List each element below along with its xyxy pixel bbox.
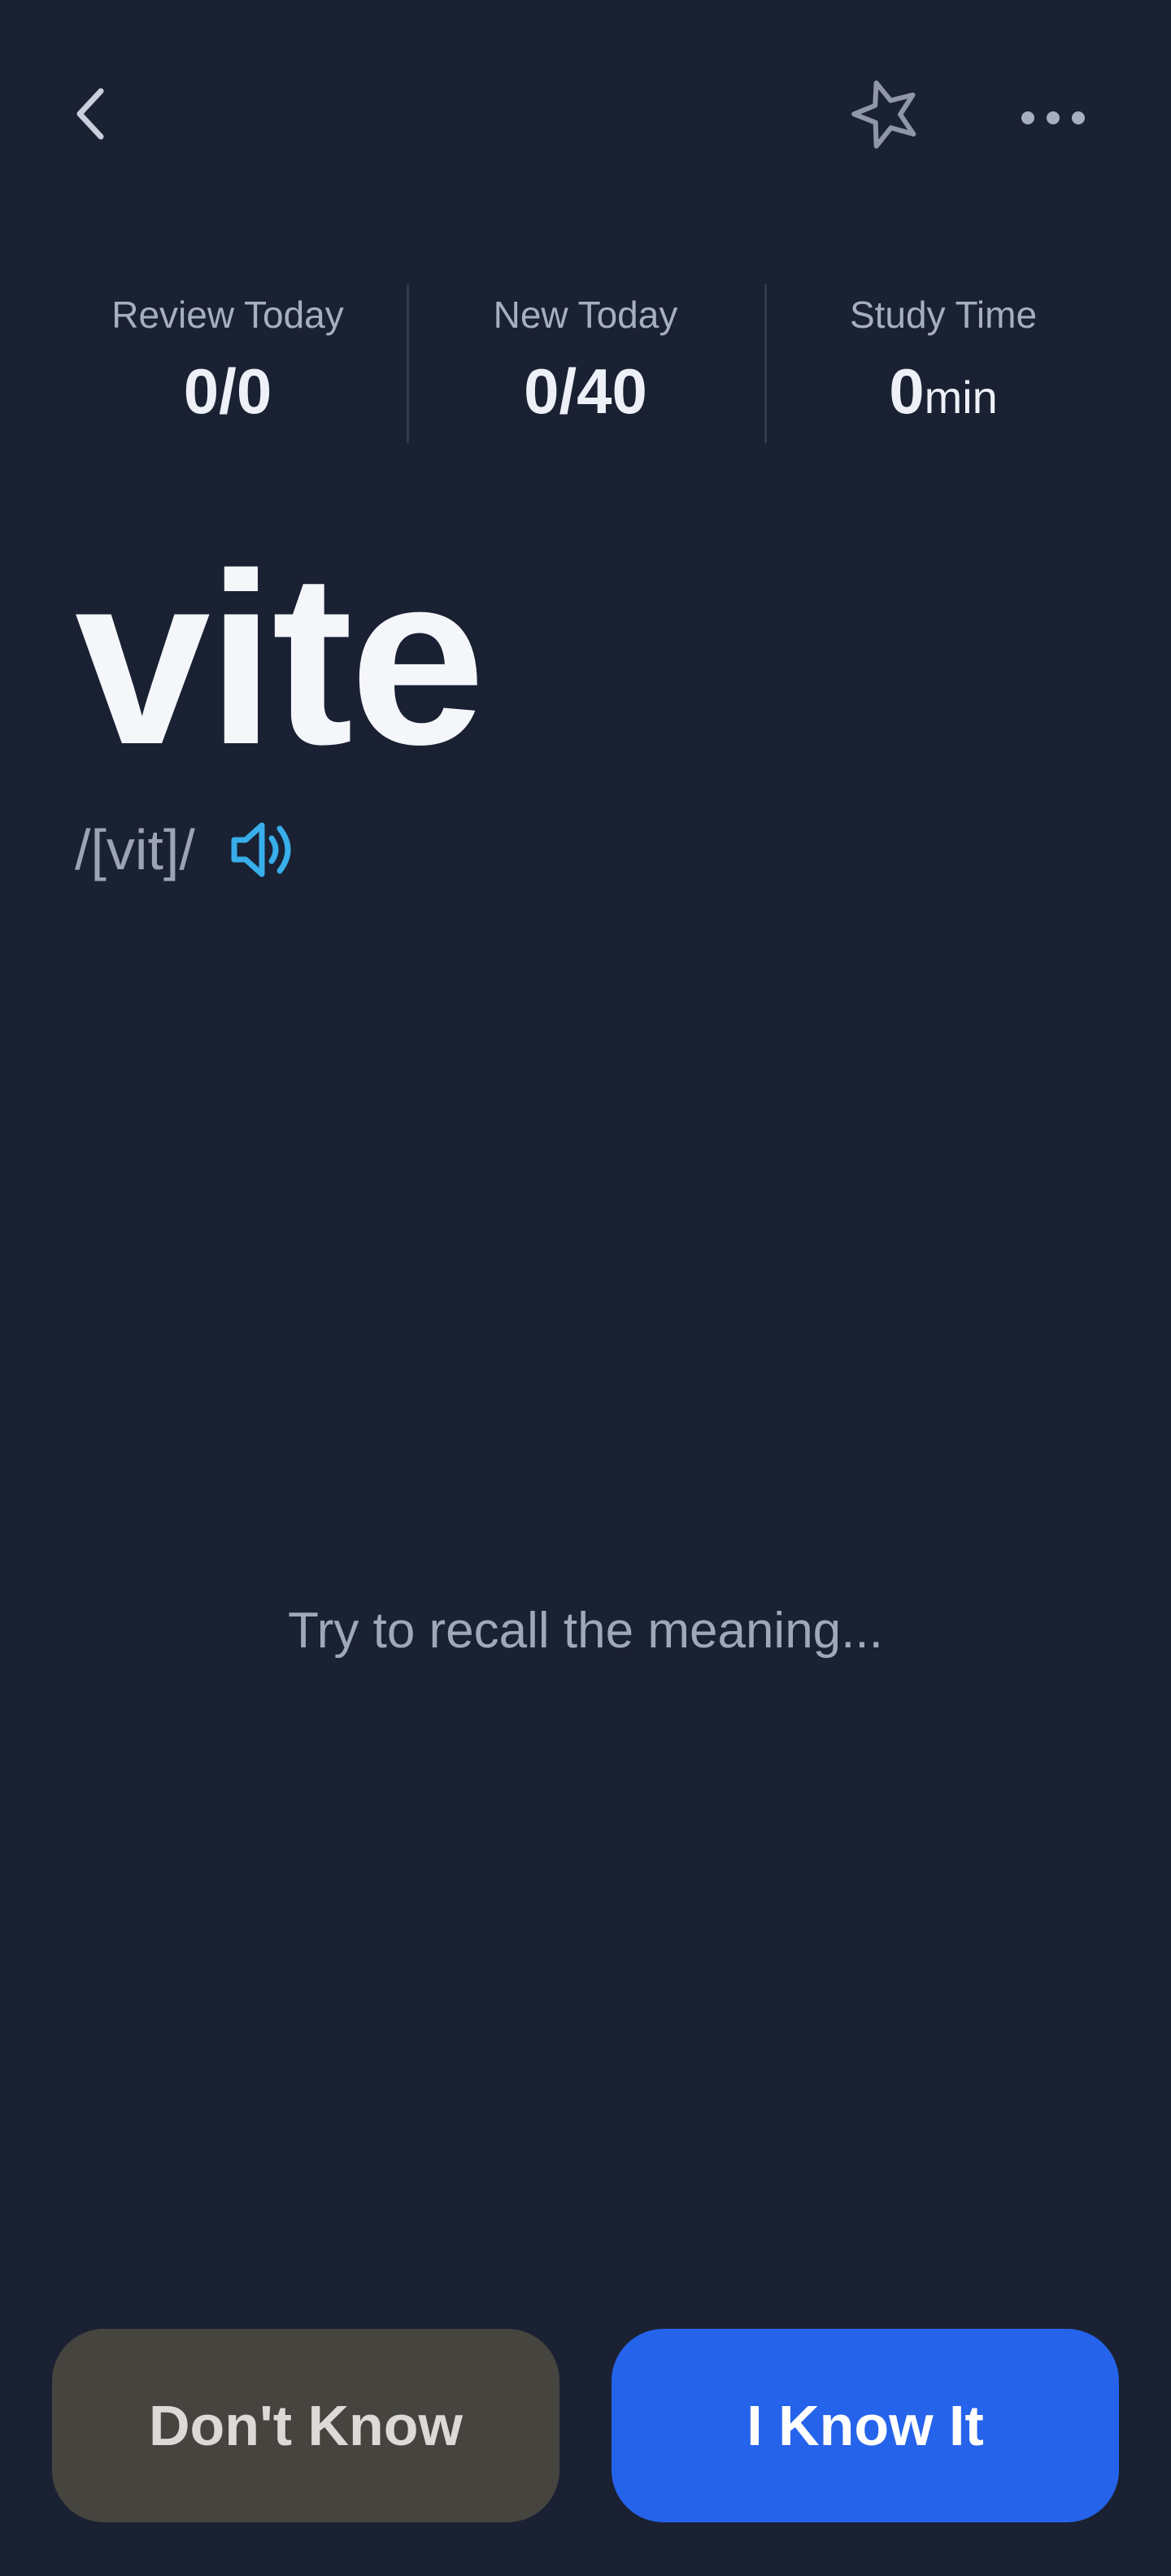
play-pronunciation-button[interactable]	[226, 812, 301, 887]
stat-value: 0/0	[49, 355, 407, 434]
speaker-icon	[231, 822, 291, 877]
stat-new-today: New Today 0/40	[407, 285, 764, 443]
back-button[interactable]	[59, 81, 124, 146]
pronunciation-row: /[vit]/	[75, 813, 301, 886]
chevron-left-icon	[76, 88, 104, 140]
stat-value: 0/40	[407, 355, 764, 434]
know-it-button[interactable]: I Know It	[612, 2329, 1119, 2522]
stat-label: New Today	[493, 294, 678, 336]
recall-hint: Try to recall the meaning...	[288, 1603, 883, 1659]
stat-study-time: Study Time 0min	[764, 285, 1122, 443]
stat-value: 0min	[764, 355, 1122, 434]
stat-label: Study Time	[849, 294, 1038, 336]
dont-know-button[interactable]: Don't Know	[52, 2329, 559, 2522]
more-dots-icon	[1021, 111, 1085, 124]
stat-label: Review Today	[111, 294, 344, 336]
stat-number: 0	[889, 355, 925, 427]
more-options-button[interactable]	[1012, 85, 1094, 150]
phonetic-text: /[vit]/	[75, 818, 195, 881]
stat-number: 0/0	[183, 355, 272, 427]
daily-stats: Review Today 0/0 New Today 0/40 Study Ti…	[49, 285, 1122, 443]
flashcard-word: vite	[75, 522, 485, 795]
top-bar	[0, 0, 1171, 236]
star-outline-icon	[851, 80, 916, 149]
stat-number: 0/40	[524, 355, 647, 427]
stat-review-today: Review Today 0/0	[49, 285, 407, 443]
favorite-button[interactable]	[846, 73, 927, 154]
stat-unit: min	[924, 372, 998, 423]
